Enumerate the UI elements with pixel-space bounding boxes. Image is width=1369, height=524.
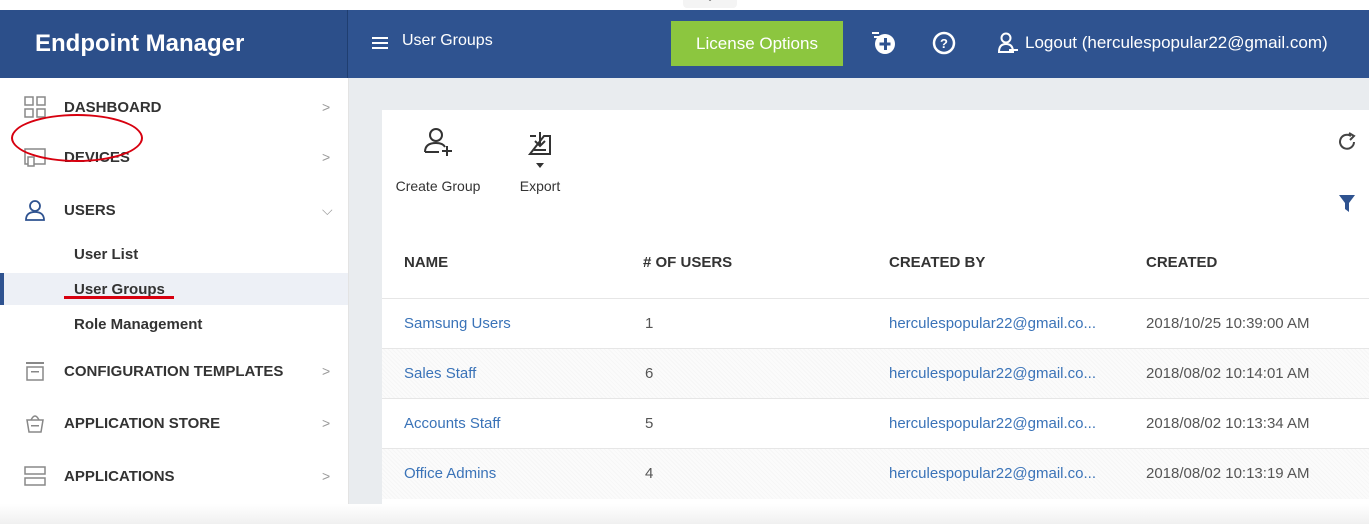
screenshot-bottom-edge [0,504,1369,524]
user-groups-annotation-underline [64,296,174,299]
group-name-link[interactable]: Office Admins [404,465,496,482]
created-by-link[interactable]: herculespopular22@gmail.co... [889,315,1096,332]
templates-icon [26,362,44,381]
created-date: 2018/08/02 10:13:34 AM [1146,415,1310,432]
user-icon [997,32,1018,53]
created-by-link[interactable]: herculespopular22@gmail.co... [889,365,1096,382]
create-group-label: Create Group [395,178,481,194]
sidebar-item-label: DASHBOARD [64,98,162,116]
created-date: 2018/08/02 10:14:01 AM [1146,365,1310,382]
page-title: User Groups [402,32,493,49]
export-icon [527,132,551,168]
user-icon [25,200,45,221]
created-date: 2018/10/25 10:39:00 AM [1146,315,1310,332]
subitem-label: Role Management [74,315,203,333]
sidebar-subitem-user-groups[interactable]: User Groups [0,273,348,305]
table-row[interactable]: Accounts Staff 5 herculespopular22@gmail… [382,398,1369,449]
chevron-down-icon: ⌵ [322,201,333,218]
user-count: 4 [645,465,654,482]
created-by-link[interactable]: herculespopular22@gmail.co... [889,415,1096,432]
svg-text:?: ? [940,36,948,51]
chevron-right-icon: > [322,149,331,165]
create-group-button[interactable]: Create Group [392,126,484,194]
user-count: 6 [645,365,654,382]
sidebar-subitem-user-list[interactable]: User List [0,238,348,270]
created-by-link[interactable]: herculespopular22@gmail.co... [889,465,1096,482]
table-row[interactable]: Samsung Users 1 herculespopular22@gmail.… [382,298,1369,349]
sidebar-item-applications[interactable]: APPLICATIONS > [0,451,348,501]
applications-icon [24,466,46,486]
column-header-name[interactable]: NAME [404,254,448,271]
sidebar-item-application-store[interactable]: APPLICATION STORE > [0,398,348,448]
export-label: Export [519,178,561,194]
subitem-label: User Groups [74,280,165,298]
chevron-right-icon: > [322,468,331,484]
table-row[interactable]: Sales Staff 6 herculespopular22@gmail.co… [382,348,1369,399]
help-icon[interactable]: ? [931,30,957,56]
top-header: Endpoint Manager User Groups License Opt… [0,10,1369,78]
sidebar-item-label: CONFIGURATION TEMPLATES [64,362,284,380]
export-button[interactable]: Export [510,130,570,194]
add-notification-icon[interactable] [870,30,898,56]
devices-icon [24,148,46,167]
column-header-created[interactable]: CREATED [1146,254,1217,271]
sidebar-item-label: APPLICATION STORE [64,414,221,432]
column-header-users[interactable]: # OF USERS [643,254,732,271]
store-icon [26,415,44,433]
dashboard-icon [24,96,46,118]
sidebar: DASHBOARD > DEVICES > USERS ⌵ User List … [0,78,349,524]
group-name-link[interactable]: Sales Staff [404,365,476,382]
refresh-icon[interactable] [1336,131,1358,153]
sidebar-item-devices[interactable]: DEVICES > [0,132,348,182]
add-group-icon [424,128,452,156]
chevron-right-icon: > [322,415,331,431]
group-name-link[interactable]: Samsung Users [404,315,511,332]
menu-toggle-icon[interactable] [372,34,388,54]
sidebar-item-configuration-templates[interactable]: CONFIGURATION TEMPLATES > [0,346,348,396]
created-date: 2018/08/02 10:13:19 AM [1146,465,1310,482]
sidebar-item-label: APPLICATIONS [64,467,175,485]
chevron-right-icon: > [322,363,331,379]
sidebar-item-users[interactable]: USERS ⌵ [0,185,348,235]
user-count: 5 [645,415,654,432]
collapse-notch[interactable]: ⌄ [683,0,737,8]
sidebar-item-label: DEVICES [64,148,130,166]
sidebar-item-dashboard[interactable]: DASHBOARD > [0,82,348,132]
logout-label: Logout (herculespopular22@gmail.com) [1025,33,1328,52]
logout-link[interactable]: Logout (herculespopular22@gmail.com) [997,32,1328,54]
app-title: Endpoint Manager [0,10,348,78]
chevron-right-icon: > [322,99,331,115]
sidebar-subitem-role-management[interactable]: Role Management [0,308,348,340]
table-row[interactable]: Office Admins 4 herculespopular22@gmail.… [382,448,1369,499]
user-count: 1 [645,315,654,332]
license-options-button[interactable]: License Options [671,21,843,66]
subitem-label: User List [74,245,139,263]
group-name-link[interactable]: Accounts Staff [404,415,500,432]
filter-icon[interactable] [1338,194,1356,214]
sidebar-item-label: USERS [64,201,116,219]
column-header-created-by[interactable]: CREATED BY [889,254,985,271]
